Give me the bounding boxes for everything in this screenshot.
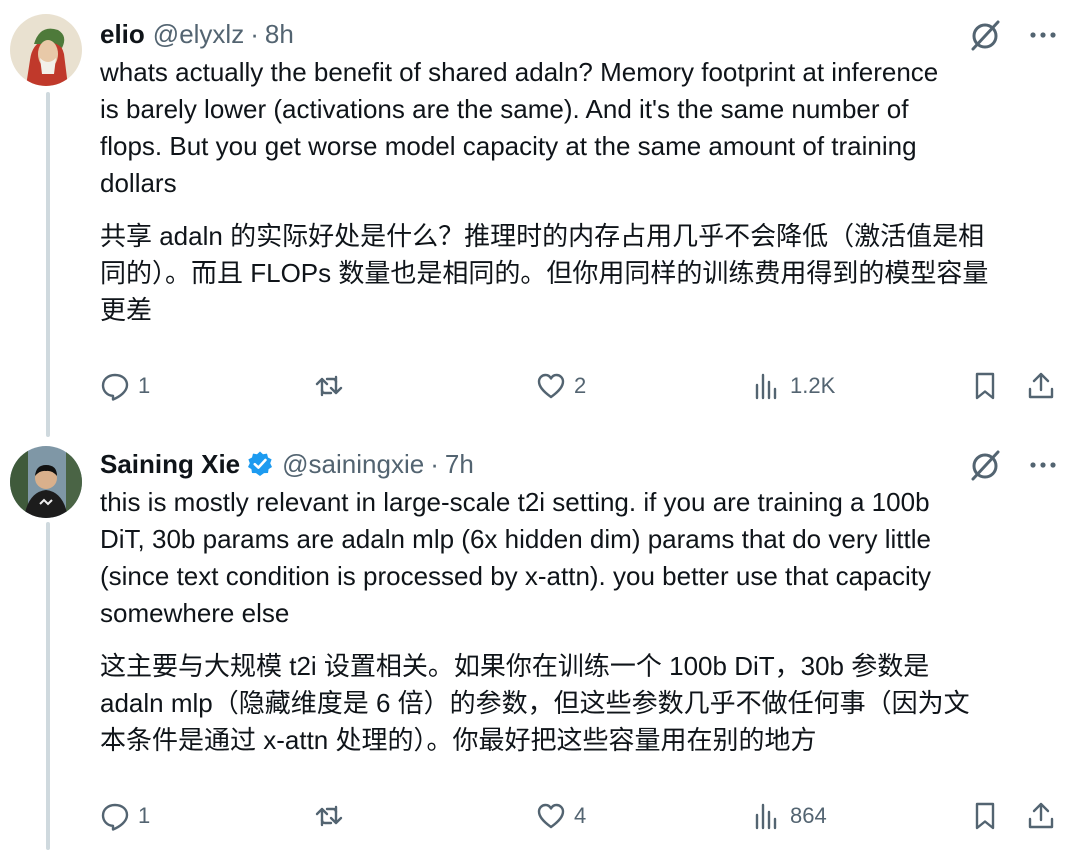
tweet-top-icons	[968, 448, 1058, 482]
author-name[interactable]: Saining Xie	[100, 449, 240, 480]
views-count: 1.2K	[790, 373, 836, 398]
bookmark-button[interactable]	[970, 796, 1000, 836]
like-button[interactable]: 2	[536, 366, 586, 406]
timestamp[interactable]: 7h	[445, 449, 474, 480]
tweet-top-icons	[968, 18, 1058, 52]
like-count: 4	[574, 803, 587, 828]
author-handle[interactable]: @sainingxie	[282, 449, 424, 480]
retweet-button[interactable]	[314, 366, 352, 406]
retweet-icon	[315, 805, 343, 827]
tweet-text-zh: 这主要与大规模 t2i 设置相关。如果你在训练一个 100b DiT，30b 参…	[100, 651, 970, 755]
reply-count: 1	[138, 803, 151, 828]
retweet-icon	[315, 375, 343, 397]
share-icon	[1028, 372, 1054, 399]
like-count: 2	[574, 373, 587, 398]
share-button[interactable]	[1026, 366, 1056, 406]
avatar[interactable]	[10, 446, 82, 518]
reply-icon	[101, 373, 129, 401]
tweet-text-zh: 共享 adaln 的实际好处是什么？推理时的内存占用几乎不会降低（激活值是相 同…	[100, 221, 989, 325]
bookmark-button[interactable]	[970, 366, 1000, 406]
reply-count: 1	[138, 373, 151, 398]
share-icon	[1028, 802, 1054, 829]
heart-icon	[537, 373, 565, 399]
tweet-header: Saining Xie @sainingxie · 7h	[100, 444, 474, 484]
tweet-text-en: this is mostly relevant in large-scale t…	[100, 487, 931, 628]
retweet-button[interactable]	[314, 796, 352, 836]
like-button[interactable]: 4	[536, 796, 586, 836]
bookmark-icon	[975, 372, 995, 400]
share-button[interactable]	[1026, 796, 1056, 836]
reply-icon	[101, 803, 129, 831]
author-name[interactable]: elio	[100, 19, 145, 50]
tweet-actions: 1 4 864	[100, 796, 1060, 836]
tweet-actions: 1 2 1.2K	[100, 366, 1060, 406]
views-button[interactable]: 1.2K	[752, 366, 835, 406]
reply-button[interactable]: 1	[100, 796, 150, 836]
grok-icon[interactable]	[968, 448, 1002, 482]
more-icon[interactable]	[1028, 450, 1058, 480]
separator-dot: ·	[430, 448, 439, 479]
more-icon[interactable]	[1028, 20, 1058, 50]
tweet-elio[interactable]: elio @elyxlz · 8h whats actually the ben…	[0, 14, 1080, 414]
views-icon	[755, 803, 777, 830]
reply-button[interactable]: 1	[100, 366, 150, 406]
tweet-header: elio @elyxlz · 8h	[100, 14, 294, 54]
views-button[interactable]: 864	[752, 796, 827, 836]
tweet-text-en: whats actually the benefit of shared ada…	[100, 57, 939, 198]
tweet-saining-xie[interactable]: Saining Xie @sainingxie · 7h this is mos…	[0, 444, 1080, 844]
views-count: 864	[790, 803, 827, 828]
heart-icon	[537, 803, 565, 829]
timestamp[interactable]: 8h	[265, 19, 294, 50]
avatar[interactable]	[10, 14, 82, 86]
author-handle[interactable]: @elyxlz	[153, 19, 244, 50]
bookmark-icon	[975, 802, 995, 830]
grok-icon[interactable]	[968, 18, 1002, 52]
separator-dot: ·	[250, 18, 259, 49]
views-icon	[755, 373, 777, 400]
verified-badge-icon	[248, 451, 273, 476]
